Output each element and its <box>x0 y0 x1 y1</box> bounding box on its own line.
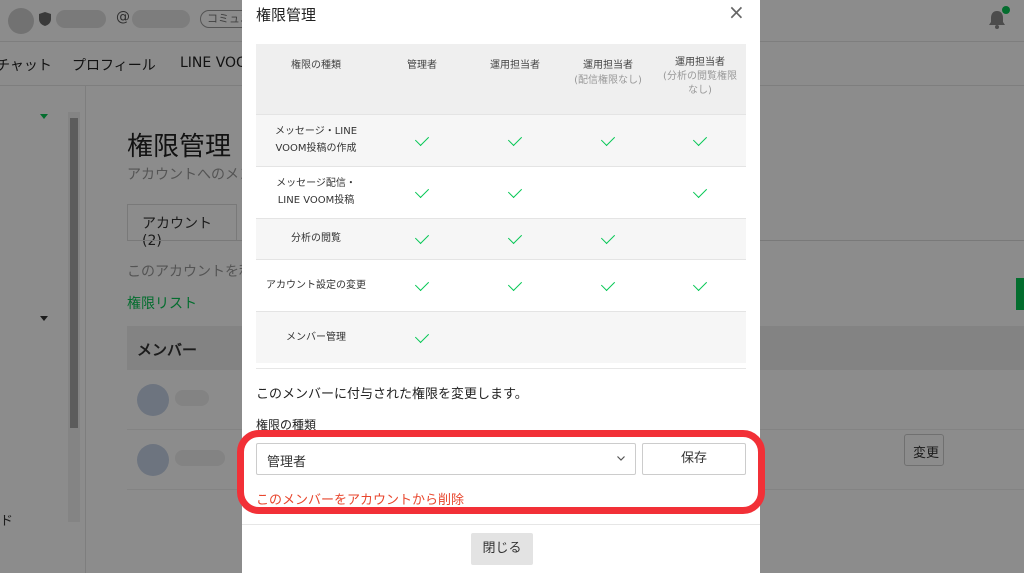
permission-label: メンバー管理 <box>256 310 376 363</box>
permission-cell <box>562 165 654 218</box>
permission-cell <box>468 310 562 363</box>
check-icon <box>414 131 430 146</box>
header-operator-no-delivery: 運用担当者 (配信権限なし) <box>562 44 654 114</box>
permission-cell <box>468 113 562 166</box>
permission-label: 分析の閲覧 <box>256 217 376 259</box>
table-row: メッセージ配信・LINE VOOM投稿 <box>256 165 746 218</box>
permission-cell <box>562 310 654 363</box>
check-icon <box>600 131 616 146</box>
section-divider <box>256 368 746 369</box>
check-icon <box>414 328 430 343</box>
close-button[interactable]: 閉じる <box>471 533 533 565</box>
check-icon <box>414 229 430 245</box>
permission-cell <box>376 165 468 218</box>
permission-cell <box>468 217 562 259</box>
permission-cell <box>376 258 468 311</box>
permission-cell <box>376 113 468 166</box>
permission-cell <box>562 217 654 259</box>
permission-cell <box>468 258 562 311</box>
check-icon <box>692 131 708 146</box>
highlight-annotation <box>237 430 765 514</box>
permission-cell <box>654 217 746 259</box>
table-row: アカウント設定の変更 <box>256 258 746 311</box>
permission-table: 権限の種類 管理者 運用担当者 運用担当者 (配信権限なし) 運用担当者 (分析の閲… <box>256 44 746 363</box>
permission-cell <box>562 113 654 166</box>
permission-cell <box>376 217 468 259</box>
header-operator-no-analytics: 運用担当者 (分析の閲覧権限なし) <box>654 44 746 114</box>
check-icon <box>507 131 523 146</box>
permission-cell <box>654 258 746 311</box>
check-icon <box>507 229 523 245</box>
check-icon <box>600 276 616 291</box>
check-icon <box>692 276 708 291</box>
permission-cell <box>376 310 468 363</box>
header-permission-type: 権限の種類 <box>256 44 376 114</box>
check-icon <box>507 276 523 291</box>
header-operator: 運用担当者 <box>468 44 562 114</box>
check-icon <box>600 229 616 245</box>
permission-label: メッセージ配信・LINE VOOM投稿 <box>256 165 376 218</box>
header-admin: 管理者 <box>376 44 468 114</box>
check-icon <box>414 183 430 198</box>
check-icon <box>692 183 708 198</box>
permission-cell <box>654 310 746 363</box>
footer-divider <box>242 524 760 525</box>
check-icon <box>414 276 430 291</box>
permission-cell <box>654 113 746 166</box>
table-row: メッセージ・LINE VOOM投稿の作成 <box>256 113 746 166</box>
check-icon <box>507 183 523 198</box>
table-row: メンバー管理 <box>256 310 746 363</box>
close-icon[interactable]: × <box>728 2 745 22</box>
permission-label: アカウント設定の変更 <box>256 258 376 311</box>
permission-label: メッセージ・LINE VOOM投稿の作成 <box>256 113 376 166</box>
change-description: このメンバーに付与された権限を変更します。 <box>256 387 528 402</box>
permission-cell <box>562 258 654 311</box>
table-row: 分析の閲覧 <box>256 217 746 259</box>
modal-title: 権限管理 <box>256 6 317 24</box>
permission-cell <box>654 165 746 218</box>
permission-cell <box>468 165 562 218</box>
